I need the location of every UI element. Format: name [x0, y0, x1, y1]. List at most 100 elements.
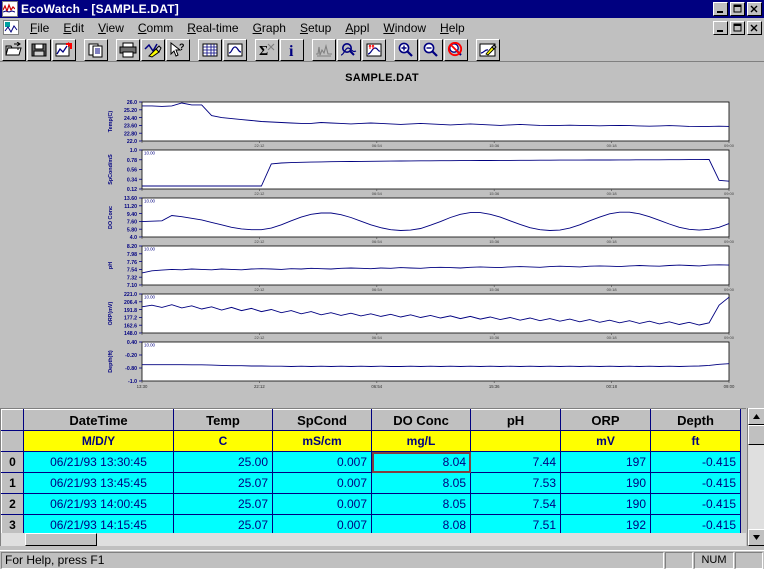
svg-text:Temp(C): Temp(C): [108, 111, 114, 133]
svg-text:06:54: 06:54: [372, 191, 383, 196]
menu-file[interactable]: FFileile: [23, 19, 56, 37]
column-header-spcond[interactable]: SpCond: [272, 409, 372, 431]
menu-edit[interactable]: Edit: [56, 19, 91, 37]
svg-text:00:18: 00:18: [607, 239, 618, 244]
menu-window[interactable]: Window: [376, 19, 433, 37]
table-view-button[interactable]: [198, 38, 222, 61]
svg-text:Σ: Σ: [259, 44, 268, 58]
data-table-area: DateTime Temp SpCond DO Conc pH ORP Depth M/D/Y…: [0, 404, 764, 550]
column-header-orp[interactable]: ORP: [560, 409, 651, 431]
child-minimize-button[interactable]: [713, 20, 728, 35]
table-row[interactable]: 0 06/21/93 13:30:45 25.00 0.007 8.04 7.44 197-…: [1, 451, 741, 473]
svg-text:06:54: 06:54: [372, 239, 383, 244]
scroll-up-button[interactable]: [748, 408, 764, 425]
graph-view-button[interactable]: [223, 38, 247, 61]
data-grid[interactable]: DateTime Temp SpCond DO Conc pH ORP Depth M/D/Y…: [0, 408, 746, 546]
column-header-do-conc[interactable]: DO Conc: [371, 409, 471, 431]
zoom-select-button[interactable]: [337, 38, 361, 61]
print-button[interactable]: [116, 38, 140, 61]
column-header-datetime[interactable]: DateTime: [23, 409, 174, 431]
zoom-in-button[interactable]: [394, 38, 418, 61]
menu-help[interactable]: Help: [433, 19, 472, 37]
data-cell[interactable]: 8.05: [371, 493, 471, 515]
child-restore-button[interactable]: [730, 20, 745, 35]
grid-hscroll-thumb[interactable]: [25, 533, 97, 546]
data-cell[interactable]: 06/21/93 13:30:45: [23, 451, 174, 473]
grid-vscroll-thumb[interactable]: [748, 425, 764, 445]
export-data-button[interactable]: [52, 38, 76, 61]
help-pointer-button[interactable]: ?: [166, 38, 190, 61]
data-cell[interactable]: -0.415: [650, 472, 741, 494]
data-cell[interactable]: -0.415: [650, 451, 741, 473]
svg-text:22.0: 22.0: [127, 139, 137, 145]
row-number-cell[interactable]: 0: [1, 451, 24, 473]
grid-horizontal-scrollbar[interactable]: [1, 533, 746, 546]
data-cell[interactable]: 25.00: [173, 451, 273, 473]
document-icon[interactable]: [3, 20, 19, 35]
menu-appl[interactable]: Appl: [338, 19, 376, 37]
svg-text:15:36: 15:36: [489, 143, 500, 148]
data-cell[interactable]: 25.07: [173, 472, 273, 494]
statistics-button[interactable]: Σ: [255, 38, 279, 61]
data-cell[interactable]: 8.05: [371, 472, 471, 494]
column-header-depth[interactable]: Depth: [650, 409, 741, 431]
highlight-button[interactable]: [141, 38, 165, 61]
grid-vertical-scrollbar[interactable]: [747, 408, 764, 546]
annotate-button[interactable]: [476, 38, 500, 61]
column-header-temp[interactable]: Temp: [173, 409, 273, 431]
grid-corner-cell[interactable]: [1, 409, 24, 431]
table-unit-row: M/D/Y CmS/cm mg/L mV ft: [1, 430, 741, 452]
data-cell[interactable]: 06/21/93 13:45:45: [23, 472, 174, 494]
maximize-restore-button[interactable]: [730, 2, 745, 16]
column-header-ph[interactable]: pH: [470, 409, 561, 431]
toolbar: ? Σ i: [0, 38, 764, 62]
data-cell[interactable]: 190: [560, 472, 651, 494]
data-cell[interactable]: 8.04: [371, 451, 471, 473]
zoom-cancel-button[interactable]: [444, 38, 468, 61]
data-cell[interactable]: 197: [560, 451, 651, 473]
grid-vscroll-track[interactable]: [748, 425, 764, 529]
data-cell[interactable]: 7.53: [470, 472, 561, 494]
minimize-button[interactable]: [713, 2, 728, 16]
data-cell[interactable]: 0.007: [272, 472, 372, 494]
data-cell[interactable]: 0.007: [272, 451, 372, 473]
data-cell[interactable]: 7.44: [470, 451, 561, 473]
menu-graph[interactable]: Graph: [246, 19, 293, 37]
save-file-button[interactable]: [27, 38, 51, 61]
chart-title: SAMPLE.DAT: [345, 72, 419, 84]
svg-text:00:18: 00:18: [607, 335, 618, 340]
row-number-cell[interactable]: 2: [1, 493, 24, 515]
copy-button[interactable]: [84, 38, 108, 61]
table-row[interactable]: 2 06/21/93 14:00:45 25.07 0.007 8.05 7.54 190-…: [1, 493, 741, 515]
noise-filter-button[interactable]: [312, 38, 336, 61]
status-bar: For Help, press F1 NUM: [0, 550, 764, 569]
svg-text:7.98: 7.98: [127, 252, 137, 258]
column-unit-spcond: mS/cm: [272, 430, 372, 452]
menu-comm[interactable]: Comm: [131, 19, 180, 37]
column-unit-orp: mV: [560, 430, 651, 452]
data-cell[interactable]: 0.007: [272, 493, 372, 515]
zoom-out-button[interactable]: [419, 38, 443, 61]
data-cell[interactable]: 7.54: [470, 493, 561, 515]
menu-setup[interactable]: Setup: [293, 19, 338, 37]
child-close-button[interactable]: [747, 20, 762, 35]
close-button[interactable]: [747, 2, 762, 16]
menu-real-time[interactable]: Real-time: [180, 19, 245, 37]
svg-text:09:00: 09:00: [724, 143, 735, 148]
scroll-down-button[interactable]: [748, 529, 764, 546]
graph-setup-button[interactable]: [362, 38, 386, 61]
table-row[interactable]: 1 06/21/93 13:45:45 25.07 0.007 8.05 7.53 190-…: [1, 472, 741, 494]
menu-view[interactable]: View: [91, 19, 131, 37]
svg-text:10.00: 10.00: [144, 151, 156, 156]
open-file-button[interactable]: [2, 38, 26, 61]
data-cell[interactable]: 25.07: [173, 493, 273, 515]
data-cell[interactable]: -0.415: [650, 493, 741, 515]
data-cell[interactable]: 190: [560, 493, 651, 515]
svg-text:10.00: 10.00: [144, 247, 156, 252]
multi-panel-plot[interactable]: 26.0 25.20 24.40 23.60 22.80 22.0 Temp(C) 22:12…: [0, 88, 764, 388]
row-number-cell[interactable]: 1: [1, 472, 24, 494]
svg-text:-0.80: -0.80: [125, 366, 137, 372]
info-button[interactable]: i: [280, 38, 304, 61]
data-cell[interactable]: 06/21/93 14:00:45: [23, 493, 174, 515]
svg-text:pH: pH: [108, 262, 114, 269]
